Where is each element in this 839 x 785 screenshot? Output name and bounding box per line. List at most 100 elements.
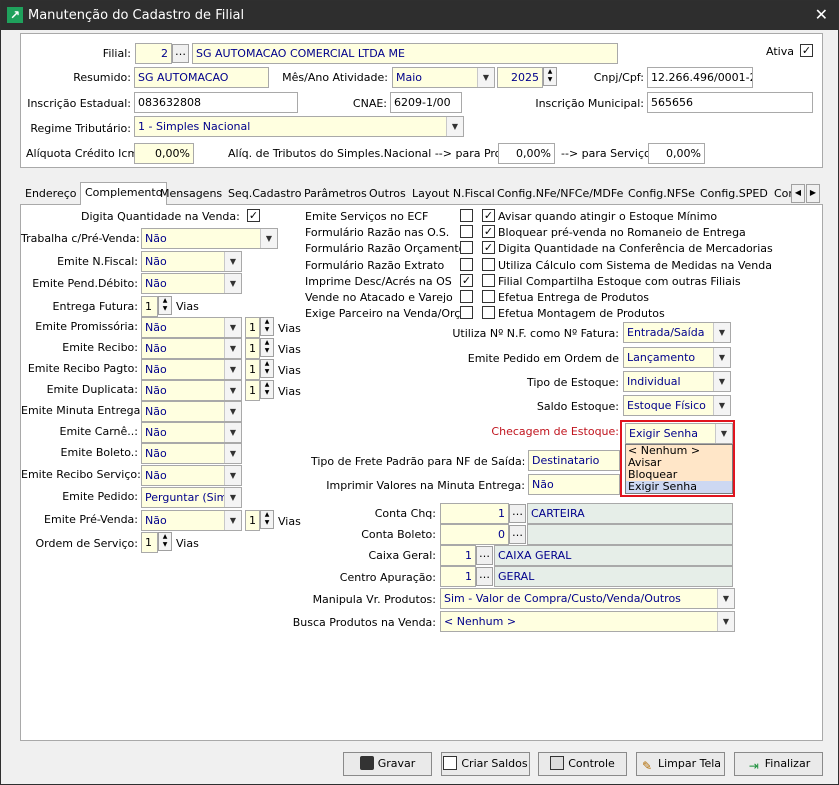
tipo-estoque-select[interactable]: Individual ▼: [623, 371, 731, 392]
aliq-label: Alíquota Crédito Icms:: [26, 147, 148, 160]
aliq-prod-field[interactable]: 0,00%: [498, 143, 555, 164]
finalizar-button[interactable]: ⇥ Finalizar: [734, 752, 823, 776]
boleto-select[interactable]: Não ▼: [141, 443, 242, 464]
pedido-ordem-select[interactable]: Lançamento ▼: [623, 347, 731, 368]
tab-parametros[interactable]: Parâmetros: [304, 184, 367, 204]
minuta-select[interactable]: Não ▼: [141, 401, 242, 422]
manipula-select[interactable]: Sim - Valor de Compra/Custo/Venda/Outros…: [440, 588, 735, 609]
checagem-select[interactable]: Exigir Senha ▼: [625, 423, 733, 444]
saldo-select[interactable]: Estoque Físico ▼: [623, 395, 731, 416]
ordem-vias-field[interactable]: 1: [141, 532, 158, 553]
tab-scroll-left-icon[interactable]: ◀: [791, 184, 805, 203]
recibo-spinner[interactable]: ▲ ▼: [260, 338, 274, 357]
tab-seq-cadastro[interactable]: Seq.Cadastro: [228, 184, 301, 204]
duplicata-spinner[interactable]: ▲ ▼: [260, 380, 274, 399]
frete-select[interactable]: Destinatario: [528, 450, 620, 471]
tab-mensagens[interactable]: Mensagens: [160, 184, 222, 204]
tab-endereco[interactable]: Endereço: [25, 184, 77, 204]
im-field[interactable]: 565656: [647, 92, 813, 113]
mes-select[interactable]: Maio ▼: [392, 67, 495, 88]
compartilha-estoque-checkbox[interactable]: [482, 274, 495, 287]
razao-extrato-checkbox[interactable]: [460, 258, 473, 271]
filial-name-field[interactable]: SG AUTOMACAO COMERCIAL LTDA ME: [192, 43, 618, 64]
conta-boleto-search-button[interactable]: …: [509, 525, 526, 544]
aliq-serv-field[interactable]: 0,00%: [648, 143, 705, 164]
digita-qtd-checkbox[interactable]: ✓: [247, 209, 260, 222]
chevron-down-icon: ▼: [224, 360, 241, 379]
tab-outros[interactable]: Outros: [369, 184, 406, 204]
carne-select[interactable]: Não ▼: [141, 422, 242, 443]
aliq-field[interactable]: 0,00%: [134, 143, 194, 164]
pre-venda-vias-field[interactable]: 1: [245, 510, 260, 531]
regime-select[interactable]: 1 - Simples Nacional ▼: [134, 116, 464, 137]
pre-venda-spinner[interactable]: ▲ ▼: [260, 510, 274, 529]
gravar-button[interactable]: Gravar: [343, 752, 432, 776]
centro-search-button[interactable]: …: [476, 567, 493, 586]
emite-pend-select[interactable]: Não ▼: [141, 273, 242, 294]
entrega-vias-field[interactable]: 1: [141, 296, 158, 317]
conta-chq-search-button[interactable]: …: [509, 504, 526, 523]
filial-code-field[interactable]: 2: [135, 43, 172, 64]
tab-complemento[interactable]: Complemento: [80, 182, 168, 205]
servicos-ecf-checkbox[interactable]: [460, 209, 473, 222]
efetua-montagem-checkbox[interactable]: [482, 306, 495, 319]
ie-field[interactable]: 083632808: [134, 92, 298, 113]
tab-scroll-right-icon[interactable]: ▶: [806, 184, 820, 203]
centro-code-field[interactable]: 1: [440, 566, 476, 587]
ativa-label: Ativa: [766, 45, 794, 58]
cnpj-field[interactable]: 12.266.496/0001-29: [647, 67, 753, 88]
limpar-tela-button[interactable]: ✎ Limpar Tela: [636, 752, 725, 776]
atacado-varejo-checkbox[interactable]: [460, 290, 473, 303]
busca-select[interactable]: < Nenhum > ▼: [440, 611, 735, 632]
digita-conferencia-checkbox[interactable]: ✓: [482, 241, 495, 254]
resumido-field[interactable]: SG AUTOMACAO: [134, 67, 269, 88]
tab-config-nfe[interactable]: Config.NFe/NFCe/MDFe: [497, 184, 623, 204]
emite-nf-select[interactable]: Não ▼: [141, 251, 242, 272]
duplicata-vias-field[interactable]: 1: [245, 380, 260, 401]
exige-parceiro-checkbox[interactable]: [460, 306, 473, 319]
desc-acres-checkbox[interactable]: ✓: [460, 274, 473, 287]
promissoria-select[interactable]: Não ▼: [141, 317, 242, 338]
tab-config-nfse[interactable]: Config.NFSe: [628, 184, 695, 204]
ano-spinner[interactable]: ▲ ▼: [543, 67, 557, 86]
trabalha-select[interactable]: Não ▼: [141, 228, 278, 249]
imprimir-select[interactable]: Não: [528, 474, 620, 495]
recibo-pagto-spinner[interactable]: ▲ ▼: [260, 359, 274, 378]
entrega-spinner[interactable]: ▲ ▼: [158, 296, 172, 315]
ano-field[interactable]: 2025: [497, 67, 543, 88]
razao-orcamento-checkbox[interactable]: [460, 241, 473, 254]
recibo-pagto-vias-field[interactable]: 1: [245, 359, 260, 380]
pedido-select[interactable]: Perguntar (Sim) ▼: [141, 487, 242, 508]
avisar-estoque-checkbox[interactable]: ✓: [482, 209, 495, 222]
promissoria-spinner[interactable]: ▲ ▼: [260, 317, 274, 336]
conta-chq-code-field[interactable]: 1: [440, 503, 509, 524]
efetua-entrega-checkbox[interactable]: [482, 290, 495, 303]
caixa-search-button[interactable]: …: [476, 546, 493, 565]
recibo-pagto-select[interactable]: Não ▼: [141, 359, 242, 380]
tab-config-sped[interactable]: Config.SPED: [700, 184, 768, 204]
recibo-serv-select[interactable]: Não ▼: [141, 465, 242, 486]
promissoria-vias-field[interactable]: 1: [245, 317, 260, 338]
tab-con[interactable]: Con: [774, 184, 792, 204]
ordem-spinner[interactable]: ▲ ▼: [158, 532, 172, 551]
tab-layout-nfiscal[interactable]: Layout N.Fiscal: [412, 184, 495, 204]
conta-boleto-code-field[interactable]: 0: [440, 524, 509, 545]
controle-button[interactable]: Controle: [538, 752, 627, 776]
recibo-select[interactable]: Não ▼: [141, 338, 242, 359]
close-icon[interactable]: ✕: [815, 5, 828, 24]
calculo-medidas-checkbox[interactable]: [482, 258, 495, 271]
caixa-code-field[interactable]: 1: [440, 545, 476, 566]
pre-venda-select[interactable]: Não ▼: [141, 510, 242, 531]
razao-os-checkbox[interactable]: [460, 225, 473, 238]
filial-search-button[interactable]: …: [172, 44, 189, 63]
cnae-field[interactable]: 6209-1/00: [390, 92, 462, 113]
bloquear-pre-venda-checkbox[interactable]: ✓: [482, 225, 495, 238]
regime-label: Regime Tributário:: [30, 122, 131, 135]
ativa-checkbox[interactable]: ✓: [800, 44, 813, 57]
criar-saldos-button[interactable]: Criar Saldos: [441, 752, 530, 776]
option-exigir-senha[interactable]: Exigir Senha: [626, 481, 732, 493]
utiliza-nf-select[interactable]: Entrada/Saída ▼: [623, 322, 731, 343]
recibo-vias-field[interactable]: 1: [245, 338, 260, 359]
duplicata-select[interactable]: Não ▼: [141, 380, 242, 401]
manipula-value: Sim - Valor de Compra/Custo/Venda/Outros: [444, 592, 681, 605]
